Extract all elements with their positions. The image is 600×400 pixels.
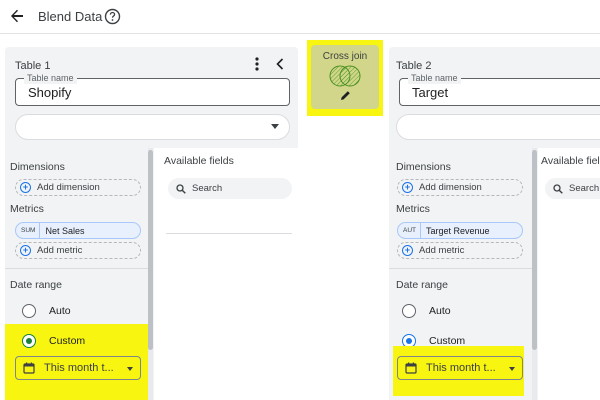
radio-auto[interactable]: Auto [402, 304, 451, 318]
help-icon[interactable] [104, 8, 121, 25]
table-panel-2: Table 2 Table name Target Dimensions + A… [389, 47, 600, 400]
scrollbar-thumb[interactable] [148, 150, 153, 350]
add-icon: + [402, 182, 413, 193]
section-divider [389, 268, 532, 269]
scrollbar-thumb[interactable] [532, 150, 537, 350]
table-name-field[interactable]: Table name Shopify [15, 72, 290, 106]
available-fields-column: Available fields [154, 148, 298, 400]
collapse-chevron-icon[interactable] [273, 55, 287, 73]
back-arrow-icon[interactable] [6, 5, 28, 27]
dropdown-caret-icon [271, 124, 279, 129]
metric-field-name: Net Sales [45, 225, 85, 236]
table-title: Table 1 [15, 60, 51, 72]
available-fields-label: Available fields [164, 155, 234, 167]
radio-auto[interactable]: Auto [22, 304, 71, 318]
metrics-label: Metrics [10, 203, 44, 215]
date-range-value: This month t... [426, 362, 496, 374]
config-column: Dimensions + Add dimension Metrics AUT T… [389, 148, 532, 400]
dropdown-caret-icon [509, 367, 515, 371]
add-metric-label: Add metric [419, 245, 465, 256]
data-source-select[interactable] [15, 114, 290, 140]
radio-custom-label: Custom [49, 335, 86, 347]
date-range-label: Date range [10, 279, 62, 291]
section-divider [5, 268, 148, 269]
data-source-select[interactable] [396, 114, 600, 140]
config-column: Dimensions + Add dimension Metrics SUM N… [5, 148, 148, 400]
table-title: Table 2 [396, 60, 432, 72]
table-name-value: Shopify [28, 85, 72, 100]
metrics-label: Metrics [396, 203, 430, 215]
search-icon [553, 183, 563, 194]
available-fields-label: Available fiel [541, 155, 600, 167]
table-name-field[interactable]: Table name Target [399, 72, 600, 106]
metric-aggregation: SUM [21, 223, 41, 238]
venn-diagram-icon [329, 65, 361, 87]
radio-auto-label: Auto [49, 305, 71, 317]
dimensions-label: Dimensions [396, 161, 451, 173]
table-panel-1: Table 1 Table name Shopify Dimensions + … [5, 47, 298, 400]
calendar-icon [23, 362, 35, 374]
add-dimension-button[interactable]: + Add dimension [397, 179, 523, 196]
radio-auto-label: Auto [429, 305, 451, 317]
radio-button[interactable] [22, 304, 36, 318]
add-dimension-button[interactable]: + Add dimension [15, 179, 141, 196]
add-metric-button[interactable]: + Add metric [15, 242, 141, 259]
dimensions-label: Dimensions [10, 161, 65, 173]
pencil-icon [341, 91, 350, 100]
table-name-legend: Table name [24, 72, 77, 84]
fields-search-box[interactable] [168, 178, 292, 199]
date-range-picker[interactable]: This month t... [15, 356, 141, 380]
add-icon: + [20, 245, 31, 256]
dropdown-caret-icon [127, 367, 133, 371]
date-range-picker[interactable]: This month t... [397, 356, 523, 380]
fields-divider [166, 233, 292, 234]
table-name-value: Target [412, 85, 449, 100]
join-config-button[interactable]: Cross join [311, 45, 379, 109]
top-bar: Blend Data [0, 0, 600, 34]
add-metric-button[interactable]: + Add metric [397, 242, 523, 259]
join-type-label: Cross join [322, 51, 368, 62]
add-icon: + [402, 245, 413, 256]
scrollbar[interactable] [148, 148, 153, 400]
radio-custom[interactable]: Custom [22, 334, 85, 348]
radio-button-selected[interactable] [22, 334, 36, 348]
table-name-legend: Table name [408, 72, 461, 84]
more-options-icon[interactable] [251, 55, 263, 73]
metric-aggregation: AUT [403, 223, 421, 238]
page-title: Blend Data [38, 9, 103, 24]
metric-chip[interactable]: SUM Net Sales [15, 222, 141, 239]
search-icon [176, 183, 186, 194]
available-fields-column: Available fiel [538, 148, 600, 400]
fields-search-box[interactable] [545, 178, 600, 199]
scrollbar[interactable] [532, 148, 537, 400]
metric-field-name: Target Revenue [426, 225, 490, 236]
date-range-label: Date range [396, 279, 448, 291]
add-metric-label: Add metric [37, 245, 83, 256]
add-icon: + [20, 182, 31, 193]
add-dimension-label: Add dimension [419, 182, 482, 193]
date-range-value: This month t... [44, 362, 114, 374]
search-input[interactable] [192, 183, 282, 194]
add-dimension-label: Add dimension [37, 182, 100, 193]
radio-button[interactable] [402, 304, 416, 318]
metric-chip[interactable]: AUT Target Revenue [397, 222, 523, 239]
search-input[interactable] [569, 183, 600, 194]
calendar-icon [405, 362, 417, 374]
